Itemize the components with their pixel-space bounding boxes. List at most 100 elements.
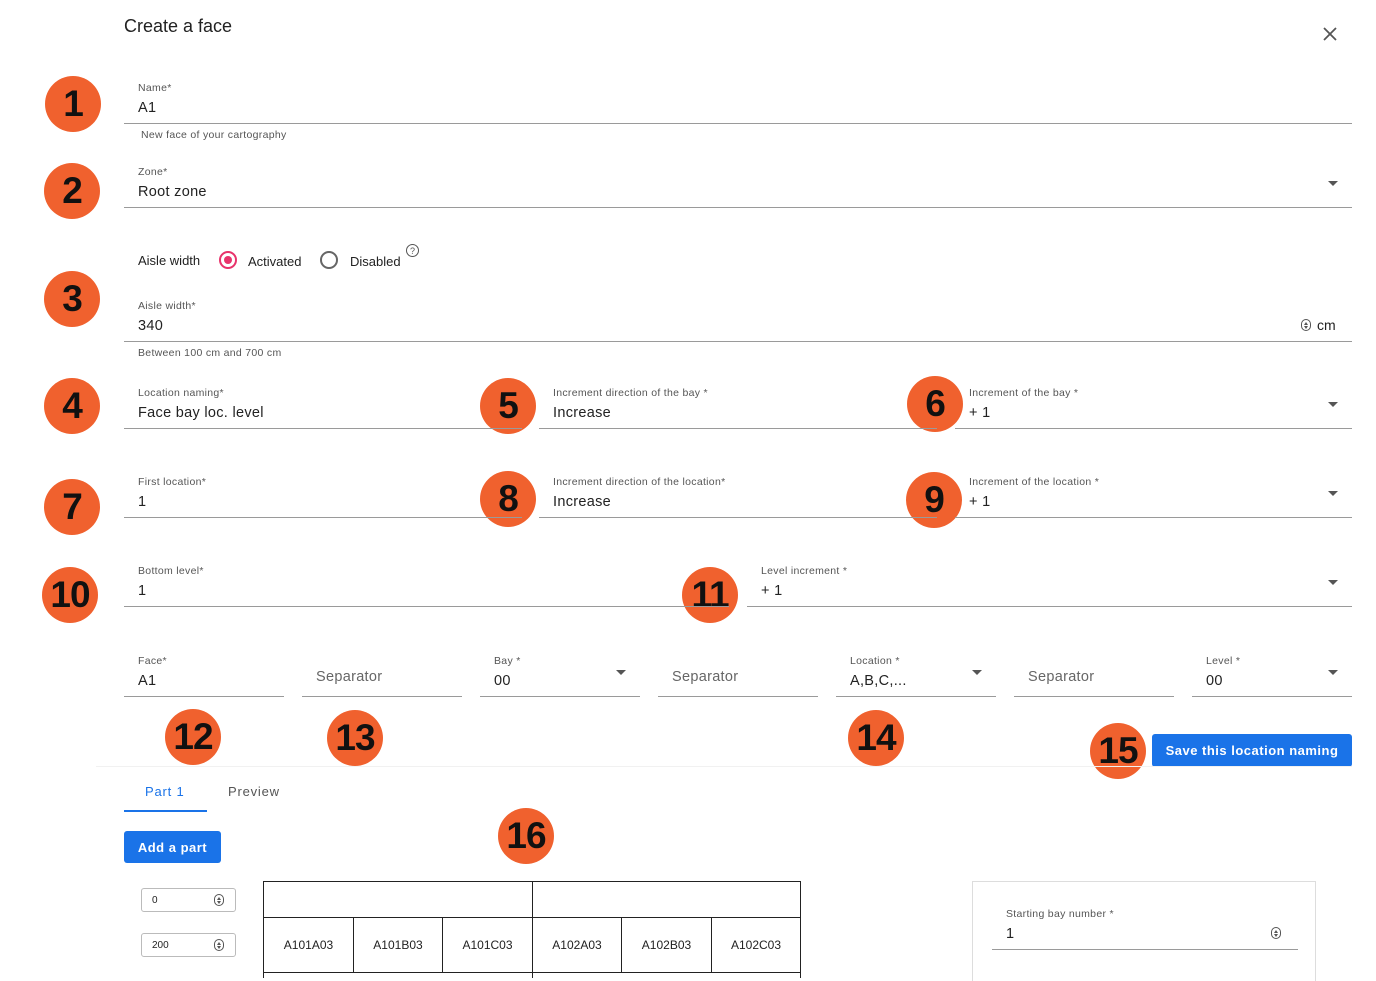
- bay-direction-value: Increase: [553, 405, 612, 421]
- chevron-down-icon: [972, 670, 982, 675]
- aisle-width-input[interactable]: Aisle width* 340 cm: [124, 300, 1352, 342]
- badge-16: 16: [498, 808, 554, 864]
- first-location-label: First location*: [138, 476, 207, 488]
- format-face-input[interactable]: Face* A1: [124, 655, 284, 697]
- dialog-title: Create a face: [124, 16, 233, 36]
- first-location-input[interactable]: First location* 1: [124, 476, 522, 518]
- name-field[interactable]: Name* A1: [124, 82, 1352, 124]
- chevron-down-icon: [1328, 670, 1338, 675]
- format-bay-label: Bay *: [494, 655, 521, 667]
- format-bay-select[interactable]: Bay * 00: [480, 655, 640, 697]
- starting-bay-card: Starting bay number * 1: [972, 881, 1316, 981]
- location-naming-label: Location naming*: [138, 387, 224, 399]
- stepper-icon[interactable]: [214, 894, 224, 906]
- stepper-icon[interactable]: [1271, 927, 1281, 939]
- bottom-level-value: 1: [138, 583, 147, 599]
- format-bay-value: 00: [494, 673, 511, 689]
- location-increment-label: Increment of the location *: [969, 476, 1100, 488]
- badge-15: 15: [1090, 723, 1146, 779]
- grid-cell[interactable]: A101C03: [442, 917, 533, 973]
- location-increment-value: + 1: [969, 494, 991, 510]
- location-direction-select[interactable]: Increment direction of the location* Inc…: [539, 476, 937, 518]
- chevron-down-icon: [616, 670, 626, 675]
- location-naming-value: Face bay loc. level: [138, 405, 264, 421]
- grid-cell[interactable]: A101B03: [353, 917, 443, 973]
- badge-2: 2: [44, 163, 100, 219]
- range-max-value: 200: [152, 939, 169, 951]
- grid-header-bay-2: [532, 881, 801, 918]
- separator-1-placeholder: Separator: [316, 669, 383, 685]
- name-helper: New face of your cartography: [141, 129, 287, 141]
- format-face-label: Face*: [138, 655, 167, 667]
- radio-activated-label: Activated: [248, 254, 302, 269]
- aisle-width-unit: cm: [1317, 317, 1336, 333]
- aisle-toggle-label: Aisle width: [138, 253, 201, 268]
- bay-direction-select[interactable]: Increment direction of the bay * Increas…: [539, 387, 937, 429]
- location-direction-label: Increment direction of the location*: [553, 476, 726, 488]
- badge-12: 12: [165, 709, 221, 765]
- badge-4: 4: [44, 378, 100, 434]
- format-location-value: A,B,C,...: [850, 673, 907, 689]
- zone-select[interactable]: Zone* Root zone: [124, 166, 1352, 208]
- bay-increment-label: Increment of the bay *: [969, 387, 1079, 399]
- grid-cell[interactable]: A102B03: [621, 917, 712, 973]
- bottom-level-input[interactable]: Bottom level* 1: [124, 565, 729, 607]
- format-level-label: Level *: [1206, 655, 1241, 667]
- bottom-level-label: Bottom level*: [138, 565, 204, 577]
- zone-value: Root zone: [138, 184, 207, 200]
- badge-10: 10: [42, 567, 98, 623]
- separator-3-placeholder: Separator: [1028, 669, 1095, 685]
- grid-cell[interactable]: A102A03: [532, 917, 622, 973]
- close-icon[interactable]: [1320, 24, 1340, 44]
- chevron-down-icon: [1328, 181, 1338, 186]
- badge-14: 14: [848, 710, 904, 766]
- chevron-down-icon: [1328, 491, 1338, 496]
- stepper-icon[interactable]: [1301, 319, 1311, 331]
- range-max-input[interactable]: 200: [141, 933, 236, 957]
- radio-disabled[interactable]: [320, 251, 338, 269]
- name-label: Name*: [138, 82, 172, 94]
- format-separator-3-input[interactable]: Separator: [1014, 655, 1174, 697]
- aisle-width-helper: Between 100 cm and 700 cm: [138, 347, 282, 359]
- format-separator-2-input[interactable]: Separator: [658, 655, 818, 697]
- first-location-value: 1: [138, 494, 147, 510]
- format-location-label: Location *: [850, 655, 900, 667]
- format-separator-1-input[interactable]: Separator: [302, 655, 462, 697]
- stepper-icon[interactable]: [214, 939, 224, 951]
- location-direction-value: Increase: [553, 494, 612, 510]
- grid-lower-row: [532, 972, 801, 978]
- chevron-down-icon: [1328, 402, 1338, 407]
- starting-bay-label: Starting bay number *: [1006, 908, 1114, 920]
- level-increment-label: Level increment *: [761, 565, 848, 577]
- grid-cell[interactable]: A102C03: [711, 917, 801, 973]
- starting-bay-value: 1: [1006, 926, 1015, 942]
- badge-13: 13: [327, 710, 383, 766]
- name-value: A1: [138, 100, 157, 116]
- chevron-down-icon: [1328, 580, 1338, 585]
- bay-increment-select[interactable]: Increment of the bay * + 1: [955, 387, 1352, 429]
- save-location-naming-button[interactable]: Save this location naming: [1152, 734, 1352, 767]
- level-increment-value: + 1: [761, 583, 783, 599]
- badge-7: 7: [44, 479, 100, 535]
- bay-direction-label: Increment direction of the bay *: [553, 387, 708, 399]
- aisle-width-label: Aisle width*: [138, 300, 196, 312]
- help-icon[interactable]: ?: [406, 244, 419, 257]
- radio-activated[interactable]: [219, 251, 237, 269]
- starting-bay-input[interactable]: Starting bay number * 1: [992, 908, 1298, 950]
- format-location-select[interactable]: Location * A,B,C,...: [836, 655, 996, 697]
- format-level-select[interactable]: Level * 00: [1192, 655, 1352, 697]
- aisle-width-value: 340: [138, 318, 164, 334]
- tab-preview[interactable]: Preview: [228, 784, 280, 799]
- section-divider: [96, 766, 1352, 767]
- add-part-button[interactable]: Add a part: [124, 831, 221, 863]
- grid-cell[interactable]: A101A03: [263, 917, 354, 973]
- level-increment-select[interactable]: Level increment * + 1: [747, 565, 1352, 607]
- bay-increment-value: + 1: [969, 405, 991, 421]
- separator-2-placeholder: Separator: [672, 669, 739, 685]
- range-min-input[interactable]: 0: [141, 888, 236, 912]
- location-increment-select[interactable]: Increment of the location * + 1: [955, 476, 1352, 518]
- range-min-value: 0: [152, 894, 158, 906]
- grid-header-bay-1: [263, 881, 533, 918]
- location-naming-select[interactable]: Location naming* Face bay loc. level: [124, 387, 522, 429]
- tab-part-1[interactable]: Part 1: [145, 784, 184, 799]
